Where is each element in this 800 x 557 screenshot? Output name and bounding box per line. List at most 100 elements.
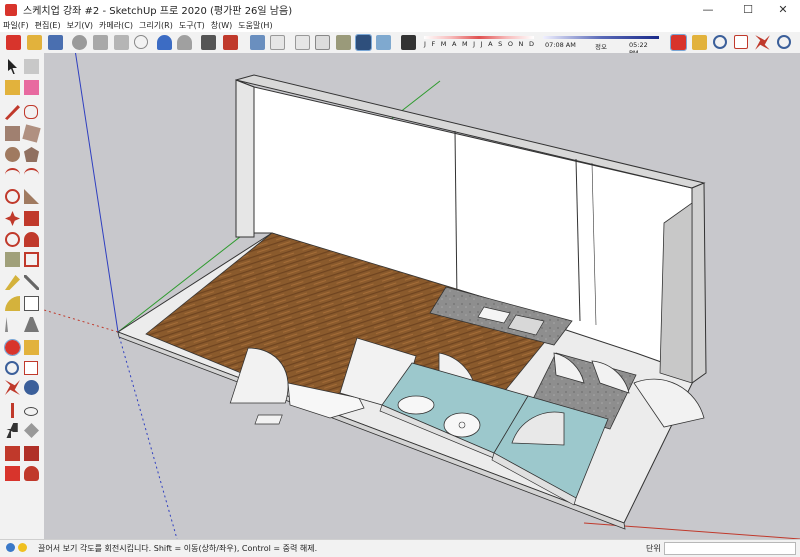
pan-tool-icon[interactable] — [24, 340, 39, 355]
month-gradient — [424, 36, 534, 39]
minimize-button[interactable]: — — [690, 0, 726, 19]
back-view-icon[interactable] — [336, 35, 351, 50]
shadows-icon[interactable] — [401, 35, 416, 50]
front-view-icon[interactable] — [295, 35, 310, 50]
two-point-arc-icon[interactable] — [24, 168, 39, 182]
title-bar: 스케치업 강좌 #2 - SketchUp 프로 2020 (평가판 26일 남… — [0, 0, 800, 19]
month-label: D — [528, 40, 534, 48]
rotated-rectangle-icon[interactable] — [22, 124, 41, 143]
make-component-icon[interactable] — [24, 59, 39, 74]
select-icon[interactable] — [8, 59, 17, 74]
zoom-icon[interactable] — [713, 35, 727, 49]
blue-axis-negative — [117, 331, 178, 539]
new-file-icon[interactable] — [6, 35, 21, 50]
3d-text-icon[interactable] — [24, 317, 39, 332]
blue-axis — [75, 53, 119, 333]
warehouse-icon[interactable] — [5, 446, 20, 461]
shadow-time-slider[interactable]: 07:08 AM 정오 05:22 PM — [543, 34, 659, 57]
zoom-window-icon[interactable] — [734, 35, 748, 49]
model-viewport[interactable] — [44, 53, 800, 539]
menu-tools[interactable]: 도구(T) — [176, 20, 208, 31]
undo-icon[interactable] — [157, 35, 172, 50]
measurements-input[interactable] — [664, 542, 796, 555]
previous-tool-icon[interactable] — [24, 380, 39, 395]
offset-icon[interactable] — [24, 252, 39, 267]
tape-measure-icon[interactable] — [5, 275, 20, 290]
orbit-tool-icon[interactable] — [4, 339, 21, 356]
eraser-icon[interactable] — [24, 80, 39, 95]
month-label: J — [473, 40, 476, 48]
menu-edit[interactable]: 편집(E) — [32, 20, 64, 31]
three-point-arc-icon[interactable] — [5, 189, 20, 204]
left-view-icon[interactable] — [355, 34, 372, 51]
extension-manager-icon[interactable] — [5, 466, 20, 481]
line-icon[interactable] — [5, 105, 20, 120]
scale-icon[interactable] — [5, 252, 20, 267]
back-wall-right-edge — [691, 182, 707, 384]
menu-camera[interactable]: 카메라(C) — [96, 20, 136, 31]
ruby-console-icon[interactable] — [24, 466, 39, 481]
circle-icon[interactable] — [5, 147, 20, 162]
noon-label: 정오 — [595, 43, 607, 51]
axes-icon[interactable] — [5, 317, 8, 332]
zoom-extents-icon[interactable] — [755, 35, 770, 50]
close-button[interactable]: ✕ — [765, 0, 800, 19]
pie-icon[interactable] — [24, 189, 39, 204]
orbit-icon[interactable] — [670, 34, 687, 51]
menu-window[interactable]: 창(W) — [208, 20, 236, 31]
open-file-icon[interactable] — [27, 35, 42, 50]
month-label: F — [431, 40, 436, 48]
zoom-window-tool-icon[interactable] — [24, 361, 38, 375]
zoom-extents-tool-icon[interactable] — [5, 380, 20, 395]
toilet-tank — [254, 414, 283, 425]
menu-draw[interactable]: 그리기(R) — [136, 20, 176, 31]
move-icon[interactable] — [5, 211, 20, 226]
look-around-icon[interactable] — [24, 407, 38, 416]
arc-icon[interactable] — [5, 168, 20, 182]
save-icon[interactable] — [48, 35, 63, 50]
pan-icon[interactable] — [692, 35, 707, 50]
redo-icon[interactable] — [177, 35, 192, 50]
copy-icon[interactable] — [93, 35, 108, 50]
menu-view[interactable]: 보기(V) — [64, 20, 96, 31]
top-toolbar — [0, 32, 800, 54]
cut-icon[interactable] — [72, 35, 87, 50]
follow-me-icon[interactable] — [24, 232, 39, 247]
text-icon[interactable] — [24, 296, 39, 311]
back-wall-left-edge — [235, 79, 255, 238]
geo-location-icon[interactable] — [6, 543, 15, 552]
model-info-icon[interactable] — [223, 35, 238, 50]
walk-icon[interactable] — [6, 423, 18, 438]
section-plane-icon[interactable] — [24, 423, 39, 438]
dimension-icon[interactable] — [24, 275, 39, 290]
month-label: A — [488, 40, 493, 48]
position-camera-icon[interactable] — [11, 403, 14, 418]
previous-view-icon[interactable] — [777, 35, 791, 49]
extension-warehouse-icon[interactable] — [24, 446, 39, 461]
month-label: O — [507, 40, 513, 48]
month-label: S — [498, 40, 503, 48]
zoom-tool-icon[interactable] — [5, 361, 19, 375]
print-icon[interactable] — [201, 35, 216, 50]
polygon-icon[interactable] — [24, 147, 39, 162]
freehand-icon[interactable] — [24, 105, 38, 119]
model-canvas[interactable] — [44, 53, 800, 539]
paint-bucket-icon[interactable] — [5, 80, 20, 95]
protractor-icon[interactable] — [5, 296, 20, 311]
shadow-month-slider[interactable]: J F M A M J J A S O N D — [424, 34, 534, 52]
sketchup-app-icon — [5, 3, 17, 16]
maximize-button[interactable]: ☐ — [730, 0, 766, 19]
rotate-icon[interactable] — [5, 232, 20, 247]
menu-bar: 파일(F) 편집(E) 보기(V) 카메라(C) 그리기(R) 도구(T) 창(… — [0, 19, 800, 32]
iso-view-icon[interactable] — [250, 35, 265, 50]
top-view-icon[interactable] — [270, 35, 285, 50]
credits-icon[interactable] — [18, 543, 27, 552]
paste-icon[interactable] — [114, 35, 129, 50]
erase-icon[interactable] — [134, 35, 148, 49]
push-pull-icon[interactable] — [24, 211, 39, 226]
hidden-line-icon[interactable] — [376, 35, 391, 50]
menu-help[interactable]: 도움말(H) — [235, 20, 275, 31]
right-view-icon[interactable] — [315, 35, 330, 50]
menu-file[interactable]: 파일(F) — [0, 20, 32, 31]
rectangle-icon[interactable] — [5, 126, 20, 141]
